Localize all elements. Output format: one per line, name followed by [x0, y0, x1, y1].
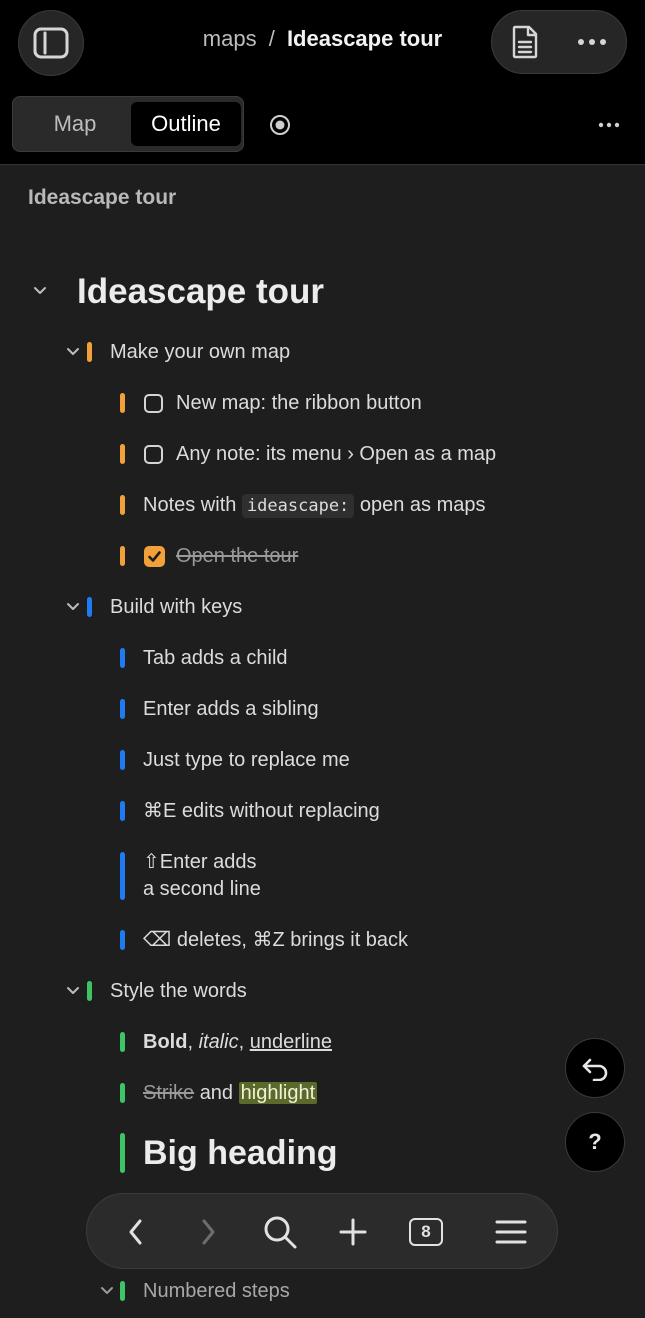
add-button[interactable] — [333, 1212, 373, 1252]
back-button[interactable] — [116, 1212, 156, 1252]
tab-count: 8 — [421, 1222, 431, 1241]
undo-button[interactable] — [565, 1038, 625, 1098]
node-line: a second line — [143, 878, 261, 900]
outline-node-style-words[interactable]: Style the words — [110, 978, 247, 1005]
task-checkbox[interactable] — [144, 394, 163, 413]
branch-color-bar — [120, 546, 125, 566]
branch-color-bar — [120, 750, 125, 770]
collapse-chevron-icon[interactable] — [66, 602, 80, 612]
undo-icon — [582, 1058, 608, 1081]
collapse-chevron-icon[interactable] — [66, 986, 80, 996]
branch-color-bar — [120, 648, 125, 668]
outline-node[interactable]: New map: the ribbon button — [176, 390, 422, 417]
strike-text: Strike — [143, 1082, 195, 1104]
branch-color-bar — [120, 393, 125, 413]
separator-text: , — [187, 1031, 193, 1053]
target-icon — [270, 115, 290, 135]
branch-color-bar — [120, 444, 125, 464]
outline-node-heading[interactable]: Big heading — [143, 1132, 338, 1174]
view-more-button[interactable] — [596, 115, 622, 135]
task-checkbox-checked[interactable] — [144, 546, 165, 567]
breadcrumb-separator: / — [268, 26, 275, 51]
outline-node[interactable]: Enter adds a sibling — [143, 696, 319, 723]
outline-node[interactable]: ⌘E edits without replacing — [143, 798, 380, 825]
file-button[interactable] — [506, 23, 544, 61]
branch-color-bar — [120, 1133, 125, 1173]
view-switcher: Map Outline — [12, 96, 244, 152]
branch-color-bar — [120, 495, 125, 515]
search-icon — [264, 1216, 297, 1249]
more-icon — [598, 122, 620, 128]
breadcrumb-current: Ideascape tour — [286, 26, 443, 51]
branch-color-bar — [120, 1281, 125, 1301]
file-icon — [512, 25, 538, 59]
branch-color-bar — [87, 342, 92, 362]
plus-icon — [339, 1218, 367, 1246]
outline-node-build-keys[interactable]: Build with keys — [110, 594, 242, 621]
bottom-toolbar: 8 — [86, 1193, 558, 1269]
tab-map[interactable]: Map — [19, 102, 131, 146]
tabs-button[interactable]: 8 — [406, 1212, 446, 1252]
menu-button[interactable] — [491, 1212, 531, 1252]
separator-text: , — [238, 1031, 245, 1053]
branch-color-bar — [120, 699, 125, 719]
check-icon — [148, 551, 161, 562]
bold-text: Bold — [143, 1031, 188, 1053]
branch-color-bar — [120, 1083, 125, 1103]
outline-node[interactable]: Just type to replace me — [143, 747, 350, 774]
outline-node-completed[interactable]: Open the tour — [176, 543, 298, 570]
underline-text: underline — [249, 1031, 332, 1053]
outline-node[interactable]: Tab adds a child — [143, 645, 288, 672]
outline-node[interactable]: ⌫ deletes, ⌘Z brings it back — [143, 927, 408, 954]
more-icon — [578, 39, 606, 45]
tab-outline[interactable]: Outline — [131, 102, 241, 146]
branch-color-bar — [87, 597, 92, 617]
outline-node-formatting[interactable]: Bold, italic, underline — [143, 1029, 332, 1056]
help-icon: ? — [588, 1129, 602, 1154]
collapse-chevron-icon[interactable] — [66, 347, 80, 357]
tabs-icon: 8 — [409, 1218, 443, 1246]
outline-root-node[interactable]: Ideascape tour — [77, 270, 324, 314]
outline-node[interactable]: Notes with ideascape: open as maps — [143, 492, 486, 520]
help-button[interactable]: ? — [565, 1112, 625, 1172]
highlight-text: highlight — [238, 1082, 318, 1104]
breadcrumb-parent[interactable]: maps — [203, 26, 257, 51]
italic-text: italic — [198, 1031, 239, 1053]
branch-color-bar — [120, 930, 125, 950]
outline-node-make-map[interactable]: Make your own map — [110, 339, 290, 366]
forward-icon — [202, 1219, 215, 1245]
focus-button[interactable] — [268, 113, 292, 137]
forward-button[interactable] — [188, 1212, 228, 1252]
outline-node-multiline[interactable]: ⇧Enter adds a second line — [143, 849, 261, 903]
branch-color-bar — [120, 852, 125, 900]
outline-node-strike-highlight[interactable]: Strike and highlight — [143, 1080, 318, 1107]
branch-color-bar — [120, 1032, 125, 1052]
node-text: Notes with — [143, 494, 237, 516]
menu-icon — [495, 1220, 527, 1244]
branch-color-bar — [120, 801, 125, 821]
node-line: ⇧Enter adds — [143, 851, 257, 873]
note-actions-pill — [491, 10, 627, 74]
back-icon — [129, 1219, 142, 1245]
view-title: Ideascape tour — [28, 186, 177, 209]
task-checkbox[interactable] — [144, 445, 163, 464]
node-text: open as maps — [359, 494, 486, 516]
search-button[interactable] — [260, 1212, 300, 1252]
branch-color-bar — [87, 981, 92, 1001]
outline-node[interactable]: Any note: its menu › Open as a map — [176, 441, 496, 468]
collapse-chevron-icon[interactable] — [32, 285, 48, 297]
outline-node-numbered[interactable]: Numbered steps — [143, 1278, 290, 1305]
more-options-button[interactable] — [570, 23, 614, 61]
collapse-chevron-icon[interactable] — [100, 1286, 114, 1296]
inline-code: ideascape: — [241, 494, 355, 518]
node-text: and — [199, 1082, 234, 1104]
top-bar: maps / Ideascape tour Map Outline — [0, 0, 645, 165]
